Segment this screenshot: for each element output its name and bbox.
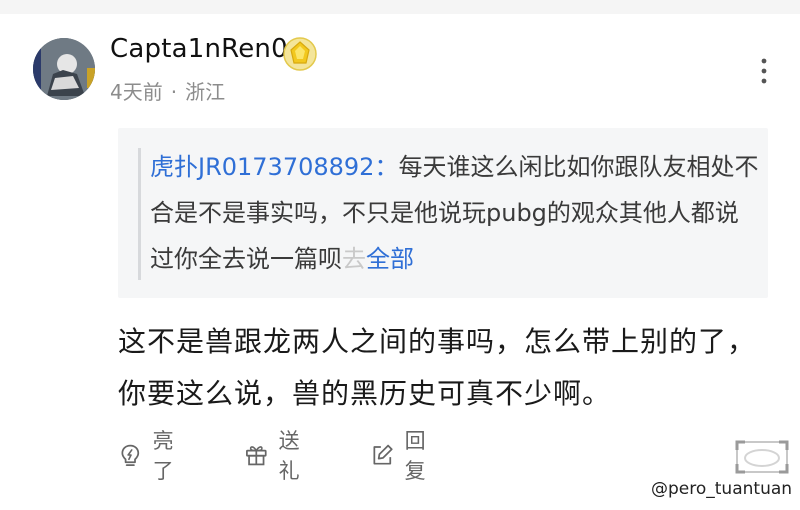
- comment-location: 浙江: [185, 80, 226, 104]
- comment-time: 4天前: [110, 80, 163, 104]
- quote-username[interactable]: 虎扑JR0173708892：: [150, 153, 398, 181]
- watermark-text: @pero_tuantuan: [651, 479, 793, 499]
- quote-text-block: 虎扑JR0173708892：每天谁这么闲比如你跟队友相处不合是不是事实吗，不只…: [150, 144, 760, 282]
- meta-separator: ·: [170, 80, 178, 104]
- reply-label: 回复: [404, 429, 426, 483]
- gift-icon: [246, 446, 267, 466]
- username[interactable]: Capta1nRen0: [110, 34, 288, 64]
- gift-label: 送礼: [278, 429, 300, 483]
- light-label: 亮了: [152, 429, 174, 483]
- edit-reply-icon: [373, 444, 393, 465]
- top-divider: [0, 0, 800, 14]
- reply-button[interactable]: 回复: [370, 429, 435, 483]
- lightbulb-icon: [121, 444, 140, 467]
- comment-meta: 4天前 · 浙江: [110, 76, 225, 105]
- comment-body: 这不是兽跟龙两人之间的事吗，怎么带上别的了，你要这么说，兽的黑历史可真不少啊。: [118, 325, 757, 410]
- quote-bar: [138, 148, 141, 280]
- light-button[interactable]: 亮了: [118, 429, 183, 483]
- more-vertical-icon[interactable]: [756, 56, 772, 86]
- badge-icon: [283, 37, 317, 71]
- watermark-logo-icon: [735, 440, 789, 474]
- user-avatar[interactable]: [33, 38, 95, 100]
- gift-button[interactable]: 送礼: [244, 429, 309, 483]
- quote-truncated-char: 去: [342, 245, 366, 273]
- expand-link[interactable]: 全部: [366, 245, 414, 273]
- quoted-comment[interactable]: 虎扑JR0173708892：每天谁这么闲比如你跟队友相处不合是不是事实吗，不只…: [118, 128, 768, 298]
